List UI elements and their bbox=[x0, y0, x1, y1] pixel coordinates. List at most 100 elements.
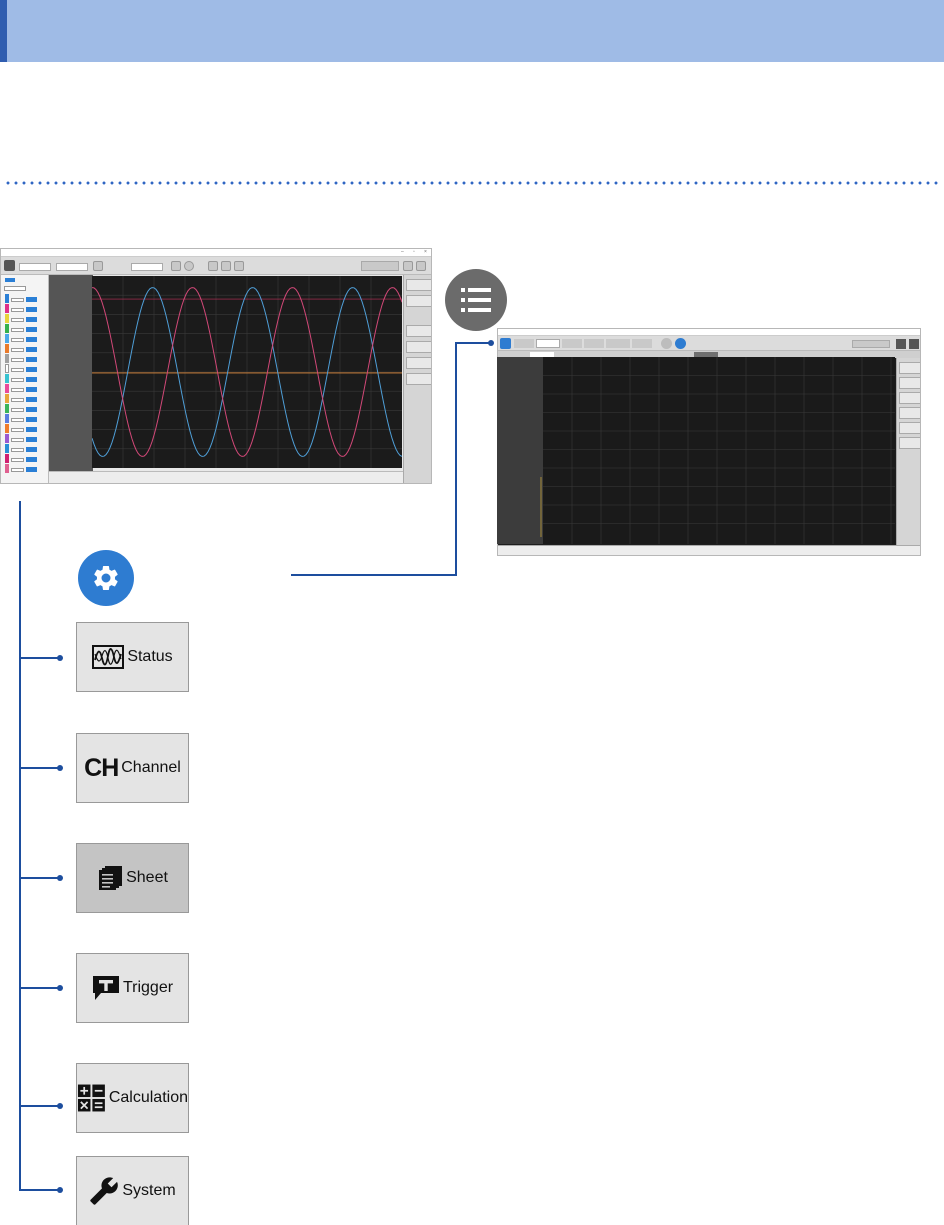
channel-button[interactable]: CH Channel bbox=[76, 733, 189, 803]
channel-row bbox=[5, 324, 47, 333]
right-side-panel bbox=[896, 358, 920, 546]
right-side-panel bbox=[403, 275, 431, 483]
side-button bbox=[406, 279, 431, 291]
trigger-button[interactable]: Trigger bbox=[76, 953, 189, 1023]
calculation-button[interactable]: Calculation bbox=[76, 1063, 189, 1133]
channel-row bbox=[5, 384, 47, 393]
channel-plot-grid bbox=[497, 357, 895, 544]
tree-trunk-line bbox=[19, 501, 21, 1191]
side-button bbox=[899, 437, 920, 449]
sheet-tab bbox=[562, 339, 582, 348]
scale-field bbox=[56, 263, 88, 271]
window-toolbar bbox=[1, 257, 431, 275]
side-button bbox=[899, 407, 920, 419]
system-tab bbox=[632, 339, 652, 348]
gear-callout-horizontal bbox=[291, 574, 457, 576]
trigger-tab bbox=[584, 339, 604, 348]
waveform-plot bbox=[92, 276, 402, 468]
minimize-icon: – bbox=[401, 249, 404, 255]
list-icon bbox=[675, 338, 686, 349]
channel-row bbox=[5, 424, 47, 433]
header-edge-accent bbox=[0, 0, 7, 62]
side-button bbox=[406, 373, 431, 385]
side-button bbox=[899, 362, 920, 374]
gear-icon bbox=[500, 338, 511, 349]
calculation-label: Calculation bbox=[108, 1089, 188, 1106]
channel-row bbox=[5, 314, 47, 323]
trigger-connector bbox=[19, 987, 59, 989]
side-button bbox=[899, 392, 920, 404]
sheet-connector-dot bbox=[57, 875, 63, 881]
channel-row bbox=[5, 434, 47, 443]
header-band bbox=[0, 0, 944, 62]
sampling-field bbox=[19, 263, 51, 271]
trigger-label: Trigger bbox=[122, 979, 174, 996]
sheet-button[interactable]: Sheet bbox=[76, 843, 189, 913]
gear-callout-dot bbox=[488, 340, 494, 346]
system-connector-dot bbox=[57, 1187, 63, 1193]
trigger-connector-dot bbox=[57, 985, 63, 991]
side-button bbox=[406, 295, 431, 307]
channel-row bbox=[5, 374, 47, 383]
sheet-label: Sheet bbox=[126, 869, 168, 886]
channel-row bbox=[5, 294, 47, 303]
wrench-icon bbox=[90, 1177, 119, 1205]
toolbar-mode-button bbox=[361, 261, 399, 271]
system-label: System bbox=[122, 1182, 176, 1199]
channel-row bbox=[5, 414, 47, 423]
status-bar bbox=[498, 545, 920, 555]
calculation-connector bbox=[19, 1105, 59, 1107]
calculator-icon bbox=[77, 1084, 105, 1112]
channel-row bbox=[5, 394, 47, 403]
folder-icon bbox=[403, 261, 413, 271]
toggle-switch bbox=[5, 278, 15, 282]
channel-connector-dot bbox=[57, 765, 63, 771]
sheet-connector bbox=[19, 877, 59, 879]
side-button bbox=[899, 377, 920, 389]
channel-connector bbox=[19, 767, 59, 769]
window-title-bar: – ▫ × bbox=[1, 249, 431, 257]
status-connector bbox=[19, 657, 59, 659]
dropdown bbox=[4, 286, 26, 291]
mic-icon bbox=[234, 261, 244, 271]
channel-row bbox=[5, 364, 47, 373]
dotted-separator bbox=[4, 181, 938, 185]
channel-tab bbox=[536, 339, 560, 348]
gear-icon bbox=[4, 260, 15, 271]
channel-row bbox=[5, 444, 47, 453]
window-title-bar bbox=[498, 329, 920, 336]
mode-field bbox=[131, 263, 163, 271]
channel-list-panel bbox=[1, 275, 49, 483]
cursor-icon bbox=[909, 339, 919, 349]
ch-glyph-icon: CH bbox=[84, 753, 119, 782]
y-axis-panel bbox=[497, 357, 543, 544]
side-button bbox=[406, 341, 431, 353]
plot-background bbox=[497, 357, 895, 544]
search-icon bbox=[184, 261, 194, 271]
close-icon: × bbox=[424, 249, 427, 255]
toolbar-button bbox=[93, 261, 103, 271]
list-icon[interactable] bbox=[445, 269, 507, 331]
channel-label: Channel bbox=[121, 759, 181, 776]
gear-callout-vertical bbox=[455, 342, 457, 576]
channel-row bbox=[5, 354, 47, 363]
folder-icon bbox=[896, 339, 906, 349]
calculation-tab bbox=[606, 339, 630, 348]
channel-row bbox=[5, 464, 47, 473]
waveform-icon bbox=[92, 645, 125, 669]
window-toolbar bbox=[498, 336, 920, 351]
system-button[interactable]: System bbox=[76, 1156, 189, 1225]
play-icon bbox=[208, 261, 218, 271]
stop-icon bbox=[221, 261, 231, 271]
gear-icon[interactable] bbox=[78, 550, 134, 606]
channel-row bbox=[5, 344, 47, 353]
status-button[interactable]: Status bbox=[76, 622, 189, 692]
trigger-icon bbox=[92, 976, 119, 1000]
status-bar bbox=[49, 471, 403, 483]
cursor-icon bbox=[416, 261, 426, 271]
status-connector-dot bbox=[57, 655, 63, 661]
side-button bbox=[406, 325, 431, 337]
start-icon bbox=[661, 338, 672, 349]
system-connector bbox=[19, 1189, 59, 1191]
channel-row bbox=[5, 334, 47, 343]
